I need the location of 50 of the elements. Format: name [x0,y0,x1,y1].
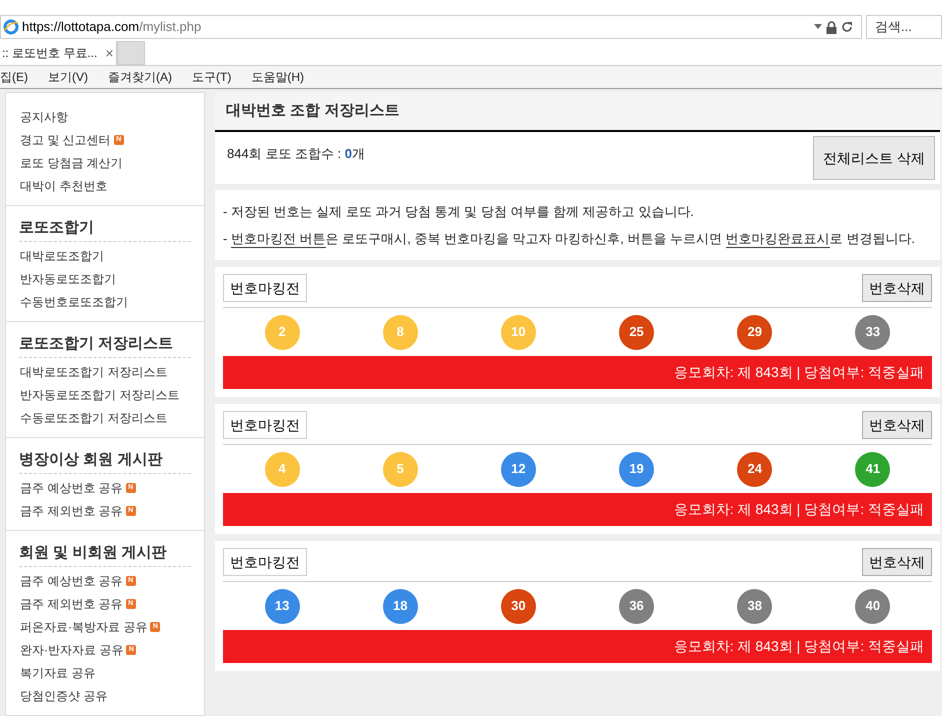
mark-button[interactable]: 번호마킹전 [223,274,307,302]
result-bar: 응모회차: 제 843회 | 당첨여부: 적중실패 [223,356,932,389]
browser-tab[interactable]: :: 로또번호 무료... × [0,41,117,65]
mark-button[interactable]: 번호마킹전 [223,548,307,576]
page-title: 대박번호 조합 저장리스트 [215,92,940,132]
dropdown-icon[interactable] [814,24,822,30]
sidebar-link[interactable]: 금주 예상번호 공유 [20,478,123,496]
browser-logo-icon [3,19,19,35]
sidebar-heading: 병장이상 회원 게시판 [19,450,191,474]
sidebar-link[interactable]: 반자동로또조합기 [20,270,116,288]
sidebar-link[interactable]: 수동로또조합기 저장리스트 [20,408,168,426]
sidebar-link[interactable]: 대박로또조합기 [20,246,104,264]
result-bar: 응모회차: 제 843회 | 당첨여부: 적중실패 [223,493,932,526]
delete-button[interactable]: 번호삭제 [862,274,932,302]
sidebar-link[interactable]: 경고 및 신고센터 [20,130,111,148]
sidebar-heading: 로또조합기 [19,218,191,242]
delete-button[interactable]: 번호삭제 [862,411,932,439]
combo-count: 844회 로또 조합수 : 0개 [227,145,365,163]
menu-item[interactable]: 도구(T) [192,68,232,86]
menu-item[interactable]: 보기(V) [48,68,88,86]
sidebar-link[interactable]: 대박로또조합기 저장리스트 [20,362,168,380]
close-icon[interactable]: × [105,42,114,64]
sidebar-link[interactable]: 로또 당첨금 계산기 [20,154,123,172]
sidebar-link[interactable]: 금주 예상번호 공유 [20,572,123,590]
sidebar-link[interactable]: 금주 제외번호 공유 [20,594,123,612]
lock-icon [826,20,837,34]
menu-item[interactable]: 집(E) [0,68,28,86]
search-field[interactable]: 검색... [866,15,942,39]
sidebar-heading: 로또조합기 저장리스트 [19,334,191,358]
sidebar-link[interactable]: 수동번호로또조합기 [20,292,128,310]
menu-item[interactable]: 즐겨찾기(A) [108,68,172,86]
delete-button[interactable]: 번호삭제 [862,548,932,576]
sidebar-link[interactable]: 당첨인증샷 공유 [20,686,108,704]
notice-text: - 저장된 번호는 실제 로또 과거 당첨 통계 및 당첨 여부를 함께 제공하고 있습니다. [223,203,695,221]
sidebar-link[interactable]: 퍼온자료·복방자료 공유 [20,618,148,636]
sidebar-link[interactable]: 대박이 추천번호 [20,176,108,194]
sidebar-link[interactable]: 복기자료 공유 [20,664,96,682]
menu-item[interactable]: 도움말(H) [251,68,304,86]
sidebar-heading: 회원 및 비회원 게시판 [19,543,191,567]
address-bar[interactable]: https://lottotapa.com/mylist.php [0,15,862,39]
result-bar: 응모회차: 제 843회 | 당첨여부: 적중실패 [223,630,932,663]
sidebar-link[interactable]: 완자·반자자료 공유 [20,640,124,658]
url-text: https://lottotapa.com/mylist.php [22,18,202,36]
sidebar-link[interactable]: 반자동로또조합기 저장리스트 [20,386,180,404]
delete-all-button[interactable]: 전체리스트 삭제 [813,136,935,180]
mark-button[interactable]: 번호마킹전 [223,411,307,439]
sidebar-link[interactable]: 금주 제외번호 공유 [20,502,123,520]
sidebar-link[interactable]: 공지사항 [20,108,68,126]
refresh-icon[interactable] [841,21,853,33]
notice-text: - 번호마킹전 버튼은 로또구매시, 중복 번호마킹을 막고자 마킹하신후, 버튼을 누르시면 번호마킹완료표시 로 변경됩니다. [223,230,916,250]
